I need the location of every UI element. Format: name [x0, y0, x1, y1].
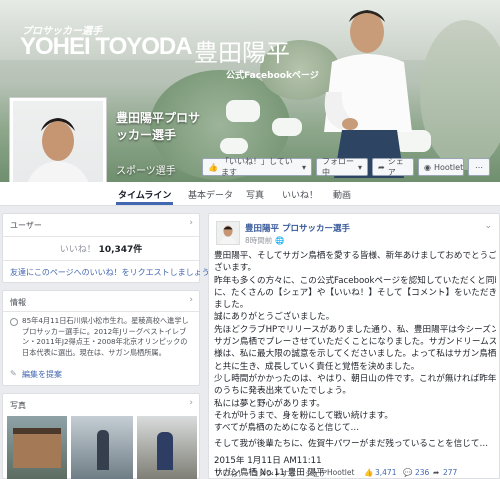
- photos-panel: 写真 ›: [2, 393, 200, 479]
- more-button[interactable]: ⋯: [468, 158, 490, 176]
- page-name[interactable]: 豊田陽平プロサッカー選手: [116, 110, 206, 144]
- chevron-down-icon: ▾: [357, 162, 362, 172]
- like-button-label: 「いいね！」しています: [220, 157, 293, 177]
- post-line: のうちに発表出来ていたでしょう。: [214, 386, 351, 397]
- brand-name-en: YOHEI TOYODA: [20, 33, 193, 60]
- cover-palm: [420, 20, 500, 170]
- page-tabs: タイムライン 基本データ 写真 いいね！ 動画: [0, 182, 500, 206]
- tab-about[interactable]: 基本データ: [188, 188, 233, 201]
- invite-friends-link[interactable]: 友達にこのページへのいいね！をリクエストしましょう: [10, 267, 210, 278]
- hootlet-icon: ◉: [424, 162, 431, 172]
- brand-name-jp: 豊田陽平: [194, 39, 290, 67]
- photo-thumbnail[interactable]: [137, 416, 197, 479]
- info-panel: 情報 › 85年4月11日石川県小松市生れ。星稜高校へ進学しプロサッカー選手に。…: [2, 290, 200, 386]
- like-button[interactable]: 👍 「いいね！」しています ▾: [202, 157, 312, 177]
- chevron-down-icon[interactable]: ⌄: [484, 221, 492, 231]
- post-line: それが叶うまで、身を粉にして戦い続けます。: [214, 410, 394, 421]
- chevron-right-icon[interactable]: ›: [189, 218, 193, 228]
- tab-videos[interactable]: 動画: [333, 188, 351, 201]
- photo-thumbnail[interactable]: [71, 416, 133, 479]
- post-line: ざいます。: [214, 263, 257, 274]
- post-line: 少し時間がかかったのは、やはり、朝日山の件です。これが無ければ昨年: [214, 373, 496, 384]
- chevron-right-icon[interactable]: ›: [189, 398, 193, 408]
- likes-count: 10,347件: [98, 245, 143, 255]
- post-author-name[interactable]: 豊田陽平 プロサッカー選手: [245, 222, 350, 234]
- divider: [3, 260, 199, 261]
- profile-picture[interactable]: [9, 97, 107, 195]
- photo-thumbnail[interactable]: [7, 416, 67, 479]
- cover-stone: [226, 100, 260, 122]
- users-panel: ユーザー › いいね！ 10,347件 友達にこのページへのいいね！をリクエスト…: [2, 213, 210, 283]
- photos-panel-title: 写真: [10, 401, 26, 410]
- share-button[interactable]: ➦ シェア: [372, 157, 414, 177]
- likes-label: いいね！: [59, 245, 96, 255]
- more-icon: ⋯: [475, 162, 483, 172]
- divider: [3, 236, 199, 237]
- post-body: 豊田陽平、そしてサガン鳥栖を愛する皆様、新年あけましておめでとうご ざいます。 …: [214, 250, 496, 479]
- avatar: [219, 225, 237, 244]
- tab-timeline[interactable]: タイムライン: [115, 188, 174, 205]
- post-line: 2015年 1月11日 AM11:11: [214, 455, 322, 466]
- follow-button-label: フォロー中: [322, 157, 354, 177]
- hootlet-button[interactable]: ◉ Hootlet: [418, 158, 464, 176]
- globe-icon: 🌐: [275, 236, 285, 245]
- likes-summary: いいね！ 10,347件: [3, 242, 199, 255]
- post-line: と共に生き、成長していく責任と覚悟を決めました。: [214, 361, 420, 372]
- post-line: そして我が後輩たちに、佐賀牛パワーがまだ残っていることを信じて…: [214, 439, 489, 450]
- post-line: ました。: [214, 300, 249, 311]
- share-icon: ➦: [378, 162, 385, 172]
- post-line: 先ほどクラブHPでリリースがありました通り、私、豊田陽平は今シーズンも: [214, 324, 496, 335]
- post-timestamp[interactable]: 8時間前: [245, 235, 272, 246]
- post-line: 誠にありがとうございました。: [214, 312, 335, 323]
- info-text: 85年4月11日石川県小松市生れ。星稜高校へ進学しプロサッカー選手に。2012年…: [22, 316, 189, 357]
- hootlet-button-label: Hootlet: [433, 162, 464, 172]
- tab-likes[interactable]: いいね！: [282, 188, 318, 201]
- follow-button[interactable]: フォロー中 ▾: [316, 157, 368, 177]
- post-line: すべてが鳥栖のためになると信じて…: [214, 423, 360, 434]
- post-line: 豊田陽平、そしてサガン鳥栖を愛する皆様、新年あけましておめでとうご: [214, 251, 496, 261]
- cover-stone: [272, 118, 302, 136]
- brand-official-label: 公式Facebookページ: [226, 71, 319, 81]
- info-icon: [10, 318, 18, 326]
- edit-pencil-icon: ✎: [10, 369, 17, 378]
- users-panel-title: ユーザー: [10, 221, 42, 230]
- tab-photos[interactable]: 写真: [246, 188, 264, 201]
- cover-person: [324, 10, 412, 178]
- page-category: スポーツ選手: [116, 166, 176, 177]
- post-line: 様は、私に最大限の誠意を示してくださいました。よって私はサガン鳥栖: [214, 349, 496, 360]
- post-line: サガン鳥栖 No.11 豊田 陽平: [214, 468, 325, 479]
- post-line: に、たくさんの【シェア】や【いいね！】そして【コメント】をいただき: [214, 287, 496, 298]
- cover-stone: [220, 138, 248, 154]
- post-line: サガン鳥栖でプレーさせていただくことになりました。サガンドリームス: [214, 337, 496, 348]
- post-line: 昨年も多くの方々に、この公式Facebookページを認知していただくと同時: [214, 275, 496, 286]
- avatar: [25, 118, 91, 191]
- share-button-label: シェア: [387, 157, 404, 177]
- divider: [3, 311, 199, 312]
- profile-photo: [13, 101, 103, 191]
- post-line: 私には夢と野心があります。: [214, 398, 325, 409]
- chevron-right-icon[interactable]: ›: [189, 295, 193, 305]
- post-meta: 8時間前 🌐: [245, 235, 285, 246]
- thumbs-up-icon: 👍: [208, 162, 218, 172]
- post-author-avatar[interactable]: [216, 221, 240, 245]
- info-panel-title: 情報: [10, 298, 26, 307]
- suggest-edit-link[interactable]: 編集を提案: [22, 369, 62, 380]
- chevron-down-icon: ▾: [301, 162, 306, 172]
